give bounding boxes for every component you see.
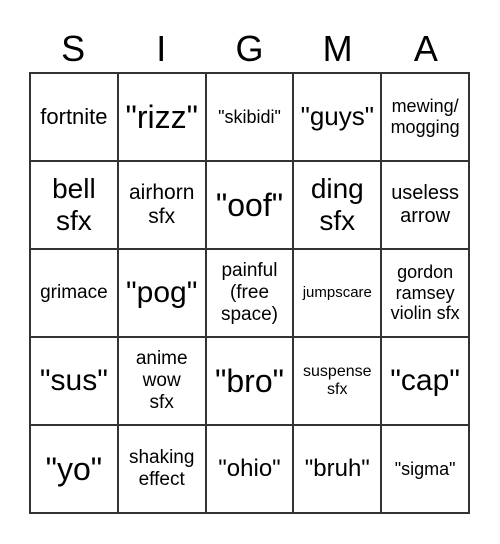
bingo-cell[interactable]: mewing/ mogging — [381, 73, 469, 161]
bingo-cell[interactable]: ding sfx — [293, 161, 382, 249]
header-letter: I — [156, 28, 167, 69]
bingo-cell[interactable]: shaking effect — [117, 425, 206, 513]
bingo-cell[interactable]: "bro" — [205, 337, 294, 425]
bingo-cell[interactable]: "guys" — [293, 73, 382, 161]
bingo-cell[interactable]: "skibidi" — [205, 73, 294, 161]
header-letter: A — [413, 28, 438, 69]
bingo-cell[interactable]: fortnite — [30, 73, 118, 161]
bingo-cell[interactable]: "sigma" — [381, 425, 469, 513]
bingo-cell[interactable]: painful (free space) — [205, 249, 294, 337]
bingo-cell[interactable]: bell sfx — [30, 161, 118, 249]
bingo-cell[interactable]: anime wow sfx — [117, 337, 206, 425]
bingo-cell[interactable]: "rizz" — [117, 73, 206, 161]
bingo-cell[interactable]: suspense sfx — [293, 337, 382, 425]
header-letter: G — [235, 28, 264, 69]
bingo-cell[interactable]: airhorn sfx — [117, 161, 206, 249]
bingo-cell[interactable]: gordon ramsey violin sfx — [381, 249, 469, 337]
bingo-cell[interactable]: grimace — [30, 249, 118, 337]
bingo-cell[interactable]: "yo" — [30, 425, 118, 513]
header-letter: M — [322, 28, 353, 69]
bingo-cell[interactable]: "oof" — [205, 161, 294, 249]
bingo-cell[interactable]: useless arrow — [381, 161, 469, 249]
bingo-cell[interactable]: "pog" — [117, 249, 206, 337]
bingo-grid: fortnite "rizz" "skibidi" "guys" mewing/ mog… — [29, 72, 470, 514]
bingo-cell[interactable]: jumpscare — [293, 249, 382, 337]
bingo-cell[interactable]: "sus" — [30, 337, 118, 425]
bingo-cell[interactable]: "bruh" — [293, 425, 382, 513]
header-letter: S — [61, 28, 86, 69]
bingo-cell[interactable]: "cap" — [381, 337, 469, 425]
bingo-cell[interactable]: "ohio" — [205, 425, 294, 513]
bingo-header: SIGMA — [29, 26, 470, 72]
